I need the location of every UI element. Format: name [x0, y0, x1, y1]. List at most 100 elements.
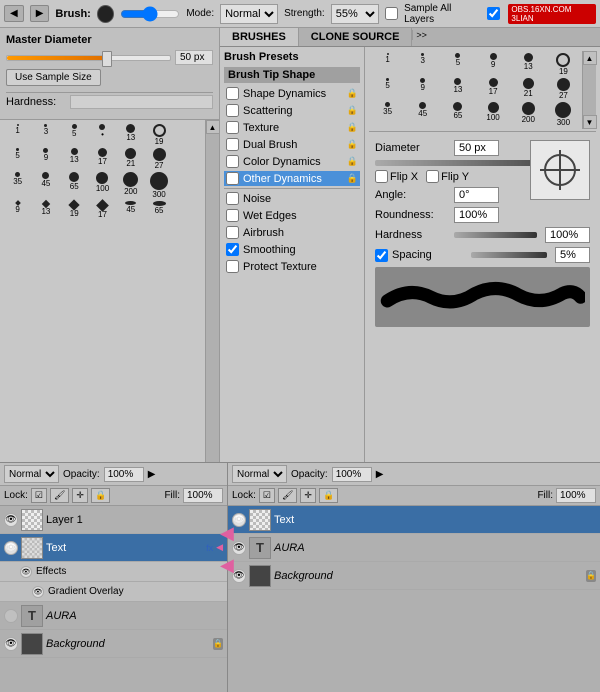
layers-mode-select-left[interactable]: Normal	[4, 465, 59, 483]
bp-cell[interactable]: 35	[371, 102, 404, 127]
brush-cell[interactable]: 27	[145, 148, 172, 170]
bp-cell[interactable]: 200	[512, 102, 545, 127]
option-other-dynamics[interactable]: Other Dynamics🔒	[224, 171, 360, 186]
lock-pos-btn[interactable]: ✛	[72, 488, 88, 503]
layer-row-aura-r[interactable]: 👁 T AURA	[228, 534, 600, 562]
eye-effects[interactable]: 👁	[20, 566, 32, 578]
brush-tip-shape-header[interactable]: Brush Tip Shape	[224, 67, 360, 83]
brush-cell[interactable]: 5	[4, 148, 31, 170]
brush-cell[interactable]: 45	[32, 172, 59, 199]
brush-size-slider[interactable]	[120, 6, 180, 22]
option-scattering[interactable]: Scattering🔒	[224, 103, 360, 118]
brush-cell[interactable]: 13	[61, 148, 88, 170]
bp-cell[interactable]: 1	[371, 53, 404, 76]
option-protect-texture[interactable]: Protect Texture	[224, 259, 360, 274]
bp-cell[interactable]: 100	[477, 102, 510, 127]
brush-cell[interactable]: 300	[145, 172, 172, 199]
option-dual-brush[interactable]: Dual Brush🔒	[224, 137, 360, 152]
sample-all-checkbox[interactable]	[385, 7, 398, 20]
fill-input-left[interactable]	[183, 488, 223, 503]
bp-cell[interactable]: 13	[441, 78, 474, 100]
spacing-checkbox[interactable]	[375, 249, 388, 262]
flip-y-checkbox[interactable]	[426, 170, 439, 183]
spacing-slider[interactable]	[471, 252, 547, 258]
diameter-slider-track[interactable]	[6, 55, 171, 61]
angle-input[interactable]	[454, 187, 499, 203]
opacity-input-right[interactable]	[332, 467, 372, 482]
eye-layer1[interactable]: 👁	[4, 513, 18, 527]
layer-row-layer1[interactable]: 👁 Layer 1	[0, 506, 227, 534]
bp-cell[interactable]: 21	[512, 78, 545, 100]
diameter-slider-thumb[interactable]	[102, 51, 112, 67]
eye-background[interactable]: 👁	[4, 637, 18, 651]
scroll-up-btn2[interactable]: ▲	[583, 51, 597, 65]
lock-check-btn-r[interactable]: ☑	[259, 488, 275, 503]
lock-check-btn[interactable]: ☑	[31, 488, 47, 503]
panel-expand-btn[interactable]: >>	[412, 30, 430, 40]
bp-cell[interactable]: 5	[441, 53, 474, 76]
bp-cell[interactable]: 27	[547, 78, 580, 100]
option-smoothing[interactable]: Smoothing	[224, 242, 360, 257]
layer-row-text-r[interactable]: 👁 Text	[228, 506, 600, 534]
layer-row-background[interactable]: 👁 Background 🔒	[0, 630, 227, 658]
option-airbrush[interactable]: Airbrush	[224, 225, 360, 240]
tab-clone-source[interactable]: CLONE SOURCE	[299, 28, 413, 46]
brush-cell[interactable]: •	[89, 124, 116, 146]
lock-all-btn[interactable]: 🔒	[91, 488, 110, 503]
bp-cell[interactable]: 300	[547, 102, 580, 127]
hardness-slider[interactable]	[70, 95, 213, 109]
option-color-dynamics[interactable]: Color Dynamics🔒	[224, 154, 360, 169]
opacity-input-left[interactable]	[104, 467, 144, 482]
extra-checkbox[interactable]	[487, 7, 500, 20]
tab-brushes[interactable]: BRUSHES	[220, 28, 299, 46]
eye-aura[interactable]	[4, 609, 18, 623]
brush-cell[interactable]: 35	[4, 172, 31, 199]
option-texture[interactable]: Texture🔒	[224, 120, 360, 135]
layer-row-text[interactable]: 👁 Text fx ◀	[0, 534, 227, 562]
eye-background-r[interactable]: 👁	[232, 569, 246, 583]
option-wet-edges[interactable]: Wet Edges	[224, 208, 360, 223]
flip-x-checkbox[interactable]	[375, 170, 388, 183]
hardness-settings-slider[interactable]	[454, 232, 537, 238]
option-noise[interactable]: Noise	[224, 191, 360, 206]
brush-cell[interactable]: 17	[89, 201, 116, 219]
brush-cell[interactable]: 1	[4, 124, 31, 146]
brush-cell[interactable]: 13	[32, 201, 59, 219]
brush-cell[interactable]: 65	[145, 201, 172, 219]
brush-cell[interactable]: 9	[4, 201, 31, 219]
brush-cell[interactable]: 100	[89, 172, 116, 199]
brush-grid-scrollbar[interactable]: ▲ ▼	[205, 120, 219, 490]
lock-pos-btn-r[interactable]: ✛	[300, 488, 316, 503]
fill-input-right[interactable]	[556, 488, 596, 503]
toolbar-arrow-btn[interactable]: ◀	[4, 5, 24, 22]
bp-cell[interactable]: 13	[512, 53, 545, 76]
bp-cell[interactable]: 9	[477, 53, 510, 76]
bp-cell[interactable]: 9	[406, 78, 439, 100]
eye-gradient[interactable]: 👁	[32, 586, 44, 598]
layers-expand-btn-left[interactable]: ▶	[148, 469, 156, 480]
eye-aura-r[interactable]: 👁	[232, 541, 246, 555]
eye-text-r[interactable]: 👁	[232, 513, 246, 527]
brush-cell[interactable]: 45	[117, 201, 144, 219]
option-shape-dynamics[interactable]: Shape Dynamics🔒	[224, 86, 360, 101]
brush-cell[interactable]: 9	[32, 148, 59, 170]
lock-all-btn-r[interactable]: 🔒	[319, 488, 338, 503]
brush-cell[interactable]: 17	[89, 148, 116, 170]
brush-cell[interactable]: 21	[117, 148, 144, 170]
bp-cell[interactable]: 17	[477, 78, 510, 100]
lock-brush-btn[interactable]: 🖌	[50, 488, 69, 503]
layer-row-background-r[interactable]: 👁 Background 🔒	[228, 562, 600, 590]
scroll-up-btn[interactable]: ▲	[206, 120, 220, 134]
layer-row-aura[interactable]: T AURA	[0, 602, 227, 630]
lock-brush-btn-r[interactable]: 🖌	[278, 488, 297, 503]
mode-select[interactable]: Normal	[220, 4, 278, 24]
toolbar-arrow-btn2[interactable]: ▶	[30, 5, 50, 22]
brush-cell[interactable]: 13	[117, 124, 144, 146]
strength-select[interactable]: 55%	[331, 4, 379, 24]
brush-cell[interactable]: 19	[145, 124, 172, 146]
layers-mode-select-right[interactable]: Normal	[232, 465, 287, 483]
brushes-right-scrollbar[interactable]: ▲ ▼	[582, 51, 596, 129]
scroll-down-btn2[interactable]: ▼	[583, 115, 597, 129]
brush-cell[interactable]: 3	[32, 124, 59, 146]
bp-cell[interactable]: 5	[371, 78, 404, 100]
